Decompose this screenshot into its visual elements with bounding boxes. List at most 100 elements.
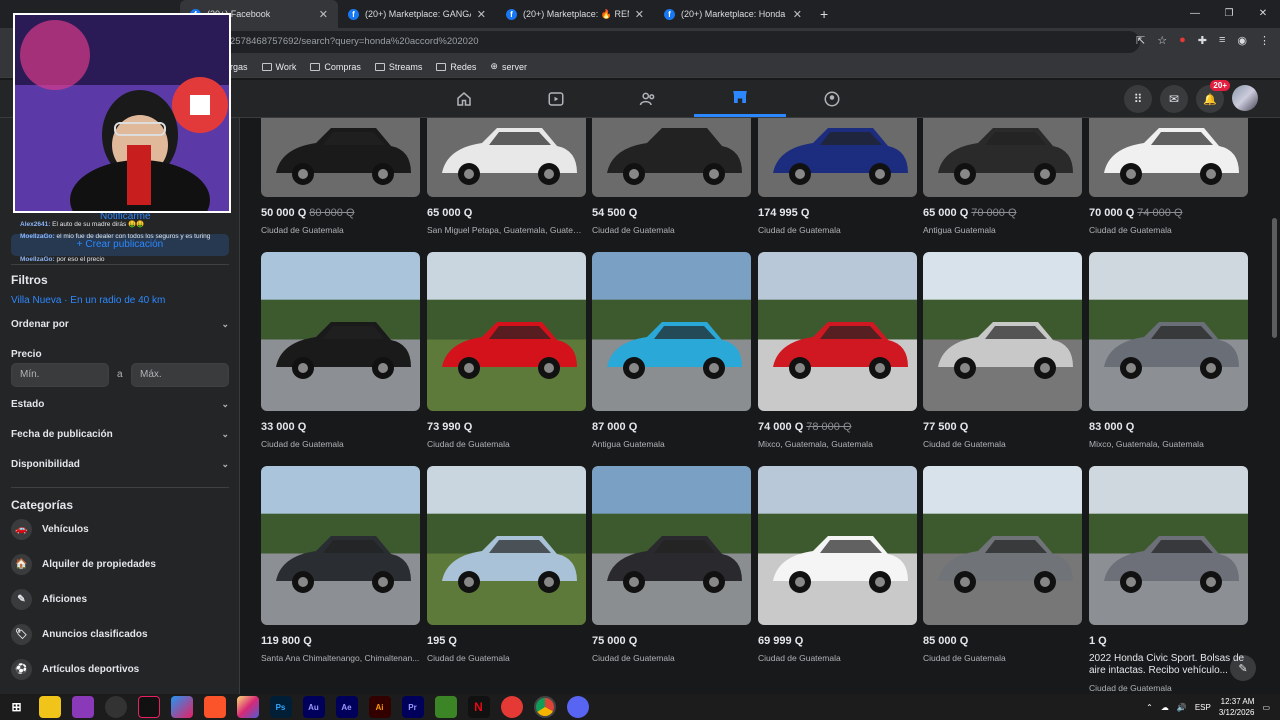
listing-card[interactable]: 73 990 Q Ciudad de Guatemala: [427, 252, 586, 449]
listing-image[interactable]: [1089, 466, 1248, 625]
category-item[interactable]: 🏷 Anuncios clasificados: [11, 624, 148, 645]
listing-card[interactable]: 74 000 Q 78 000 Q Mixco, Guatemala, Guatem…: [758, 252, 917, 449]
extension-red-icon[interactable]: ●: [1179, 34, 1186, 47]
bookmark-item[interactable]: Work: [261, 62, 296, 72]
menu-grid-button[interactable]: ⠿: [1124, 85, 1152, 113]
menu-icon[interactable]: ⋮: [1259, 34, 1270, 47]
category-item[interactable]: ⚽ Artículos deportivos: [11, 659, 139, 680]
home-tab[interactable]: [418, 80, 510, 117]
profile-icon[interactable]: ◉: [1237, 34, 1247, 47]
sort-dropdown[interactable]: Ordenar por ⌄: [11, 319, 229, 330]
bookmark-item[interactable]: Compras: [310, 62, 361, 72]
condition-dropdown[interactable]: Estado ⌄: [11, 399, 229, 410]
app-icon[interactable]: [104, 696, 127, 718]
close-tab-icon[interactable]: ✕: [477, 8, 486, 21]
listing-image[interactable]: [261, 118, 420, 197]
category-item[interactable]: 🚗 Vehículos: [11, 519, 89, 540]
volume-icon[interactable]: 🔊: [1177, 703, 1187, 712]
lang-indicator[interactable]: ESP: [1195, 703, 1211, 712]
listing-image[interactable]: [758, 252, 917, 411]
bookmark-item[interactable]: Streams: [374, 62, 422, 72]
copilot-icon[interactable]: [170, 696, 193, 718]
media-icon[interactable]: ≡: [1219, 34, 1225, 47]
listing-image[interactable]: [1089, 118, 1248, 197]
listing-card[interactable]: 77 500 Q Ciudad de Guatemala: [923, 252, 1082, 449]
listing-card[interactable]: 70 000 Q 74 000 Q Ciudad de Guatemala: [1089, 118, 1248, 235]
messenger-button[interactable]: ✉: [1160, 85, 1188, 113]
bookmark-item[interactable]: Redes: [436, 62, 476, 72]
address-bar[interactable]: 2578468757692/search?query=honda%20accor…: [190, 31, 1140, 53]
listing-card[interactable]: 87 000 Q Antigua Guatemala: [592, 252, 751, 449]
video-tab[interactable]: [510, 80, 602, 117]
listing-card[interactable]: 33 000 Q Ciudad de Guatemala: [261, 252, 420, 449]
listing-image[interactable]: [427, 118, 586, 197]
extensions-icon[interactable]: ✚: [1198, 34, 1207, 47]
chrome-icon[interactable]: [533, 696, 556, 718]
minecraft-icon[interactable]: [434, 696, 457, 718]
app-icon[interactable]: [71, 696, 94, 718]
listing-card[interactable]: 65 000 Q San Miguel Petapa, Guatemala, Gu…: [427, 118, 586, 235]
bookmark-item[interactable]: rgas: [230, 62, 248, 72]
browser-tab[interactable]: f (20+) Marketplace: Honda Fit 2 ✕: [654, 0, 812, 28]
marketplace-tab[interactable]: [694, 80, 786, 117]
browser-tab[interactable]: f (20+) Marketplace: 🔥 REMATO ✕: [496, 0, 654, 28]
listing-card[interactable]: 69 999 Q Ciudad de Guatemala: [758, 466, 917, 663]
friends-tab[interactable]: [602, 80, 694, 117]
bookmark-star-icon[interactable]: ☆: [1157, 34, 1167, 47]
category-item[interactable]: 🏠 Alquiler de propiedades: [11, 554, 156, 575]
listing-card[interactable]: 195 Q Ciudad de Guatemala: [427, 466, 586, 663]
adobe-app-icon[interactable]: Ai: [368, 696, 391, 718]
discord-icon[interactable]: [566, 696, 589, 718]
adobe-app-icon[interactable]: Ps: [269, 696, 292, 718]
file-explorer-icon[interactable]: [38, 696, 61, 718]
listing-card[interactable]: 50 000 Q 80 000 Q Ciudad de Guatemala: [261, 118, 420, 235]
adobe-app-icon[interactable]: Pr: [401, 696, 424, 718]
close-tab-icon[interactable]: ✕: [319, 8, 328, 21]
price-max-input[interactable]: Máx.: [131, 363, 229, 387]
listing-card[interactable]: 83 000 Q Mixco, Guatemala, Guatemala: [1089, 252, 1248, 449]
listing-card[interactable]: 1 Q 2022 Honda Civic Sport. Bolsas de air…: [1089, 466, 1248, 693]
listing-card[interactable]: 54 500 Q Ciudad de Guatemala: [592, 118, 751, 235]
listing-card[interactable]: 174 995 Q Ciudad de Guatemala: [758, 118, 917, 235]
listing-image[interactable]: [923, 252, 1082, 411]
listing-image[interactable]: [592, 118, 751, 197]
listing-image[interactable]: [427, 252, 586, 411]
wifi-icon[interactable]: ☁: [1161, 703, 1169, 712]
adobe-app-icon[interactable]: Au: [302, 696, 325, 718]
listing-image[interactable]: [592, 252, 751, 411]
adobe-app-icon[interactable]: Ae: [335, 696, 358, 718]
start-button[interactable]: ⊞: [6, 696, 28, 718]
availability-dropdown[interactable]: Disponibilidad ⌄: [11, 459, 229, 470]
listing-image[interactable]: [923, 118, 1082, 197]
close-tab-icon[interactable]: ✕: [635, 8, 644, 21]
instagram-icon[interactable]: [236, 696, 259, 718]
groups-tab[interactable]: [786, 80, 878, 117]
brave-icon[interactable]: [203, 696, 226, 718]
new-tab-button[interactable]: +: [812, 6, 836, 22]
listing-card[interactable]: 75 000 Q Ciudad de Guatemala: [592, 466, 751, 663]
install-icon[interactable]: ⇱: [1136, 34, 1145, 47]
listing-image[interactable]: [758, 466, 917, 625]
listing-image[interactable]: [592, 466, 751, 625]
youtube-icon[interactable]: [500, 696, 523, 718]
listing-image[interactable]: [1089, 252, 1248, 411]
tiktok-icon[interactable]: [137, 696, 160, 718]
listing-image[interactable]: [261, 252, 420, 411]
listing-card[interactable]: 65 000 Q 70 000 Q Antigua Guatemala: [923, 118, 1082, 235]
browser-tab[interactable]: f (20+) Marketplace: GANGA RE ✕: [338, 0, 496, 28]
netflix-icon[interactable]: N: [467, 696, 490, 718]
minimize-button[interactable]: —: [1178, 0, 1212, 28]
notifications-button[interactable]: 🔔 20+: [1196, 80, 1230, 113]
listing-image[interactable]: [427, 466, 586, 625]
listing-image[interactable]: [923, 466, 1082, 625]
listing-image[interactable]: [261, 466, 420, 625]
category-item[interactable]: ✎ Aficiones: [11, 589, 87, 610]
date-dropdown[interactable]: Fecha de publicación ⌄: [11, 429, 229, 440]
listing-card[interactable]: 119 800 Q Santa Ana Chimaltenango, Chimal…: [261, 466, 420, 663]
clock[interactable]: 12:37 AM 3/12/2026: [1219, 696, 1255, 718]
price-min-input[interactable]: Mín.: [11, 363, 109, 387]
chevron-up-icon[interactable]: ⌃: [1146, 703, 1153, 712]
close-tab-icon[interactable]: ✕: [793, 8, 802, 21]
scrollbar[interactable]: [1272, 218, 1277, 338]
listing-card[interactable]: 85 000 Q Ciudad de Guatemala: [923, 466, 1082, 663]
